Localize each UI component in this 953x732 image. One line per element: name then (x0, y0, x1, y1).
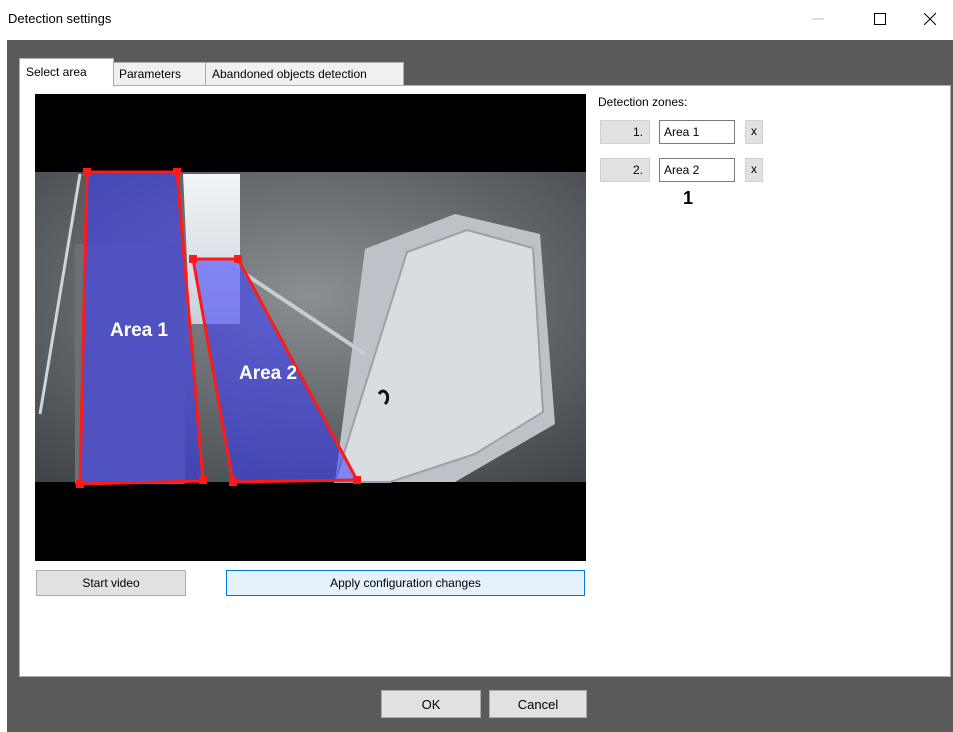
zone-2-select-button[interactable]: 2. (600, 158, 650, 182)
zone-1-name-input[interactable] (659, 120, 735, 144)
selected-zone-indicator: 1 (683, 188, 694, 208)
camera-frame: Area 1 Area 2 (35, 168, 586, 488)
window-title: Detection settings (8, 11, 112, 26)
dialog-frame: Select area Parameters Abandoned objects… (7, 40, 953, 732)
tab-panel: Area 1 Area 2 Start video Apply configur… (19, 85, 951, 677)
tab-parameters[interactable]: Parameters (112, 62, 207, 86)
zone-2-name-input[interactable] (659, 158, 735, 182)
apply-configuration-button[interactable]: Apply configuration changes (226, 570, 585, 596)
start-video-button[interactable]: Start video (36, 570, 186, 596)
tab-select-area[interactable]: Select area (19, 58, 114, 87)
detection-zones-label: Detection zones: (598, 95, 688, 109)
title-bar: Detection settings (0, 0, 953, 40)
zone-1-select-button[interactable]: 1. (600, 120, 650, 144)
close-button[interactable] (907, 0, 953, 38)
maximize-button[interactable] (857, 0, 903, 38)
cancel-button[interactable]: Cancel (489, 690, 587, 718)
zone-1-remove-button[interactable]: x (745, 120, 763, 144)
close-icon (924, 13, 936, 25)
ok-button[interactable]: OK (381, 690, 481, 718)
minimize-icon (812, 18, 824, 20)
area-1-label: Area 1 (110, 320, 169, 341)
area-2-label: Area 2 (239, 363, 297, 384)
maximize-icon (874, 13, 886, 25)
zone-2-remove-button[interactable]: x (745, 158, 763, 182)
tab-abandoned-objects-detection[interactable]: Abandoned objects detection (205, 62, 404, 86)
video-view[interactable]: Area 1 Area 2 (35, 94, 586, 561)
minimize-button[interactable] (795, 0, 841, 38)
